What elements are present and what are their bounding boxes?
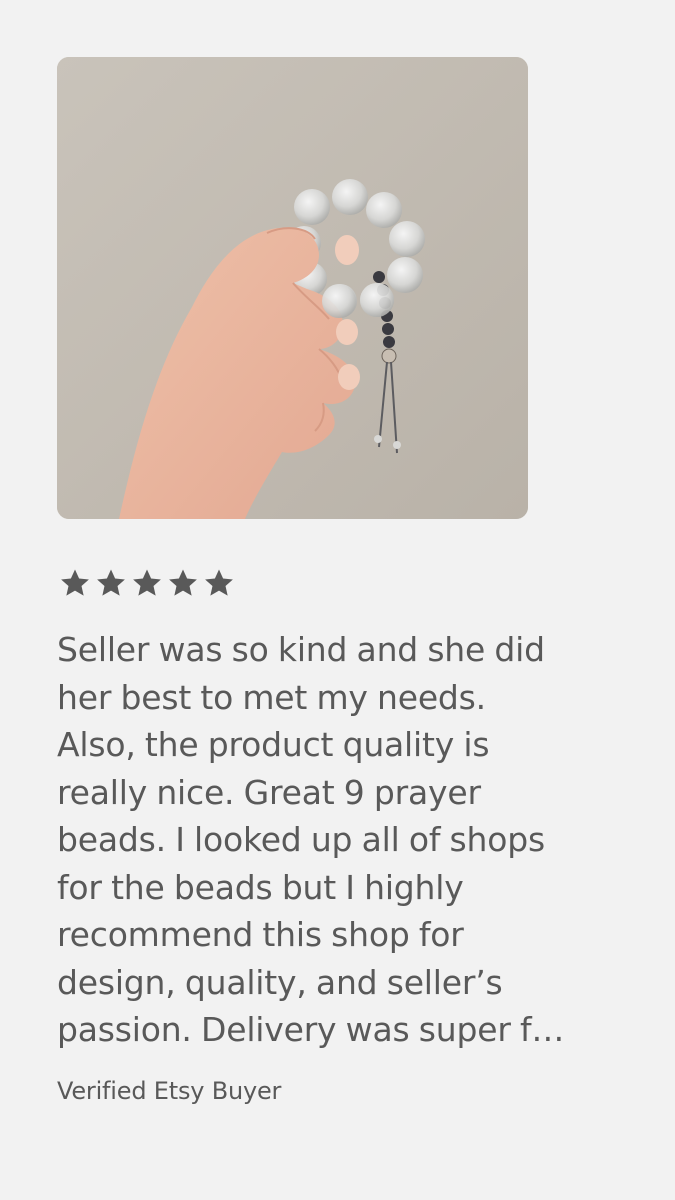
star-rating bbox=[58, 566, 236, 600]
star-icon bbox=[61, 569, 89, 596]
hand-holding-bracelet-image bbox=[57, 57, 528, 519]
review-text-line: for the beads but I highly bbox=[57, 867, 464, 907]
reviewer-label: Verified Etsy Buyer bbox=[57, 1077, 282, 1105]
review-text-line: Seller was so kind and she did bbox=[57, 630, 545, 669]
review-text-line: Also, the product quality is bbox=[57, 725, 490, 764]
star-icon bbox=[97, 569, 125, 596]
review-text: Seller was so kind and she did her best … bbox=[57, 626, 632, 1054]
review-photo[interactable] bbox=[57, 57, 528, 519]
review-text-line: design, quality, and seller’s bbox=[57, 962, 503, 1002]
star-icon bbox=[133, 569, 161, 596]
review-text-line: her best to met my needs. bbox=[57, 677, 486, 717]
star-icon bbox=[205, 569, 233, 596]
review-text-line: recommend this shop for bbox=[57, 915, 464, 954]
star-icon bbox=[169, 569, 197, 596]
review-text-line: passion. Delivery was super f… bbox=[57, 1010, 565, 1049]
review-text-line: really nice. Great 9 prayer bbox=[57, 772, 481, 812]
review-text-line: beads. I looked up all of shops bbox=[57, 820, 545, 859]
